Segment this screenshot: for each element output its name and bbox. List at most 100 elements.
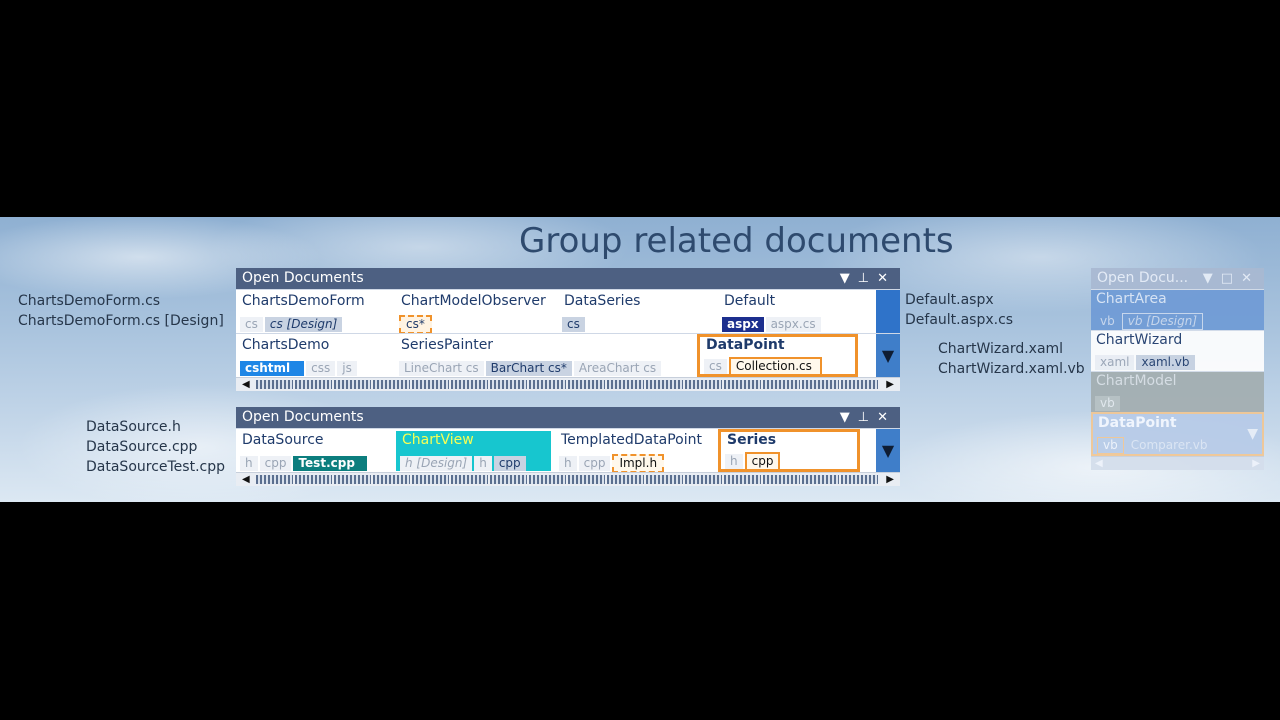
tab-chip[interactable]: BarChart cs* [485, 361, 572, 376]
mini-tab-chartmodel[interactable]: ChartModel vb [1091, 371, 1264, 412]
tab-group-chartsdemoform[interactable]: ChartsDemoForm cs cs [Design] [236, 292, 391, 332]
tab-chip[interactable]: xaml.vb [1136, 355, 1195, 370]
tab-group-chartview[interactable]: ChartView h [Design] h cpp [396, 431, 551, 471]
scroll-right-icon[interactable]: ▶ [886, 378, 894, 391]
chevron-down-icon[interactable]: ▼ [1203, 271, 1221, 286]
tab-scrollbar[interactable]: ◀ ▶ [236, 377, 900, 391]
tab-group-series[interactable]: Series h cpp [718, 429, 860, 472]
annotation-chart-wizard: ChartWizard.xaml ChartWizard.xaml.vb [938, 339, 1085, 379]
tab-chip[interactable]: AreaChart cs [573, 361, 662, 376]
open-documents-panel-1: Open Documents ▼⊥✕ ChartsDemoForm cs cs [… [236, 268, 900, 391]
tab-group-name: ChartsDemoForm [242, 293, 365, 309]
tab-group-default[interactable]: Default aspx aspx.cs [718, 292, 876, 332]
presentation-slide: Group related documents ChartsDemoForm.c… [0, 217, 1280, 502]
tab-chip[interactable]: vb [Design] [1121, 313, 1204, 330]
row-overflow-strip [876, 290, 900, 333]
pin-icon[interactable]: ⊥ [858, 271, 877, 286]
tab-group-name: DataSource [242, 432, 324, 448]
tab-chip[interactable]: cs* [399, 315, 432, 334]
tab-chip[interactable]: cpp [578, 456, 611, 471]
tab-group-name: ChartWizard [1096, 332, 1183, 348]
panel-title: Open Docu... [1097, 270, 1189, 286]
panel-header-buttons: ▼⊥✕ [840, 407, 896, 428]
tab-scrollbar[interactable]: ◀ ▶ [236, 472, 900, 486]
tab-chip[interactable]: h [559, 456, 577, 471]
tab-chip[interactable]: h [725, 454, 743, 469]
annotation-line: DataSource.cpp [86, 439, 198, 455]
tab-group-datasource[interactable]: DataSource h cpp Test.cpp [236, 431, 391, 471]
annotation-line: ChartWizard.xaml [938, 341, 1064, 357]
maximize-icon[interactable]: □ [1221, 271, 1241, 286]
chevron-down-icon[interactable]: ▼ [840, 410, 858, 425]
tab-chip[interactable]: aspx.cs [765, 317, 821, 332]
tab-group-name: Series [727, 432, 777, 448]
tab-chip[interactable]: Test.cpp [293, 456, 367, 471]
chevron-down-icon[interactable]: ▼ [840, 271, 858, 286]
tab-thumbnails [256, 475, 880, 484]
tab-group-datapoint[interactable]: DataPoint cs Collection.cs [697, 334, 858, 377]
tab-chip[interactable]: css [306, 361, 336, 376]
annotation-charts-demo-form: ChartsDemoForm.cs ChartsDemoForm.cs [Des… [18, 291, 224, 331]
panel-title: Open Documents [242, 409, 364, 425]
scroll-left-icon[interactable]: ◀ [242, 473, 250, 486]
tab-chip[interactable]: vb [1097, 437, 1124, 454]
annotation-data-source: DataSource.h DataSource.cpp DataSourceTe… [86, 417, 225, 477]
tab-group-dataseries[interactable]: DataSeries cs [558, 292, 713, 332]
tab-chip[interactable]: cs [704, 359, 727, 374]
open-documents-mini-panel: Open Docu... ▼□✕ ChartArea vb vb [Design]… [1091, 268, 1264, 470]
pin-icon[interactable]: ⊥ [858, 410, 877, 425]
close-icon[interactable]: ✕ [877, 410, 896, 425]
tab-group-name: ChartModelObserver [401, 293, 546, 309]
tab-chip[interactable]: h [Design] [400, 456, 473, 471]
close-icon[interactable]: ✕ [1241, 271, 1260, 286]
mini-tab-chartwizard[interactable]: ChartWizard xaml xaml.vb [1091, 330, 1264, 371]
tab-chip[interactable]: Comparer.vb [1126, 438, 1213, 453]
scroll-left-icon[interactable]: ◀ [242, 378, 250, 391]
tab-chip[interactable]: cs [562, 317, 585, 332]
overflow-menu-icon[interactable]: ▼ [1247, 426, 1258, 442]
tab-row: DataSource h cpp Test.cpp ChartView h [Des… [236, 428, 900, 473]
annotation-line: Default.aspx [905, 292, 994, 308]
tab-chip[interactable]: h [474, 456, 492, 471]
open-documents-panel-2: Open Documents ▼⊥✕ DataSource h cpp Test.c… [236, 407, 900, 486]
tab-group-name: DataPoint [1098, 415, 1177, 431]
tab-group-name: ChartModel [1096, 373, 1177, 389]
tab-chip[interactable]: cshtml [240, 361, 305, 376]
scroll-right-icon[interactable]: ▶ [1252, 457, 1260, 470]
tab-group-chartmodelobserver[interactable]: ChartModelObserver cs* [395, 292, 553, 334]
tab-group-seriespainter[interactable]: SeriesPainter LineChart cs BarChart cs* Ar… [395, 336, 691, 376]
tab-chip[interactable]: h [240, 456, 258, 471]
annotation-line: ChartWizard.xaml.vb [938, 361, 1085, 377]
tab-scrollbar[interactable]: ◀ ▶ [1091, 456, 1264, 470]
tab-group-templateddatapoint[interactable]: TemplatedDataPoint h cpp Impl.h [555, 431, 713, 473]
overflow-menu-icon[interactable]: ▼ [876, 334, 900, 377]
panel-header: Open Documents ▼⊥✕ [236, 268, 900, 289]
panel-header-buttons: ▼□✕ [1203, 268, 1260, 289]
tab-chip[interactable]: cs [240, 317, 263, 332]
tab-chip[interactable]: LineChart cs [399, 361, 484, 376]
annotation-line: ChartsDemoForm.cs [Design] [18, 313, 224, 329]
mini-tab-datapoint[interactable]: DataPoint vb Comparer.vb ▼ [1091, 412, 1264, 456]
tab-chip[interactable]: aspx [722, 317, 764, 332]
panel-header: Open Docu... ▼□✕ [1091, 268, 1264, 289]
tab-chip[interactable]: Impl.h [612, 454, 665, 473]
tab-chip[interactable]: js [337, 361, 357, 376]
tab-group-name: DataPoint [706, 337, 785, 353]
tab-chip[interactable]: xaml [1095, 355, 1135, 370]
tab-chip[interactable]: vb [1095, 314, 1120, 329]
annotation-line: ChartsDemoForm.cs [18, 293, 161, 309]
close-icon[interactable]: ✕ [877, 271, 896, 286]
scroll-left-icon[interactable]: ◀ [1095, 457, 1103, 470]
tab-chip[interactable]: cs [Design] [264, 317, 343, 332]
tab-row: ChartsDemoForm cs cs [Design] ChartModelO… [236, 289, 900, 334]
mini-tab-chartarea[interactable]: ChartArea vb vb [Design] [1091, 289, 1264, 330]
tab-chip[interactable]: cpp [259, 456, 292, 471]
tab-chip[interactable]: Collection.cs [728, 357, 822, 376]
slide-headline: Group related documents [519, 221, 954, 261]
tab-group-chartsdemo[interactable]: ChartsDemo cshtml css js [236, 336, 391, 376]
scroll-right-icon[interactable]: ▶ [886, 473, 894, 486]
tab-chip[interactable]: cpp [493, 456, 526, 471]
tab-chip[interactable]: vb [1095, 396, 1120, 411]
overflow-menu-icon[interactable]: ▼ [876, 429, 900, 472]
tab-chip[interactable]: cpp [744, 452, 781, 471]
